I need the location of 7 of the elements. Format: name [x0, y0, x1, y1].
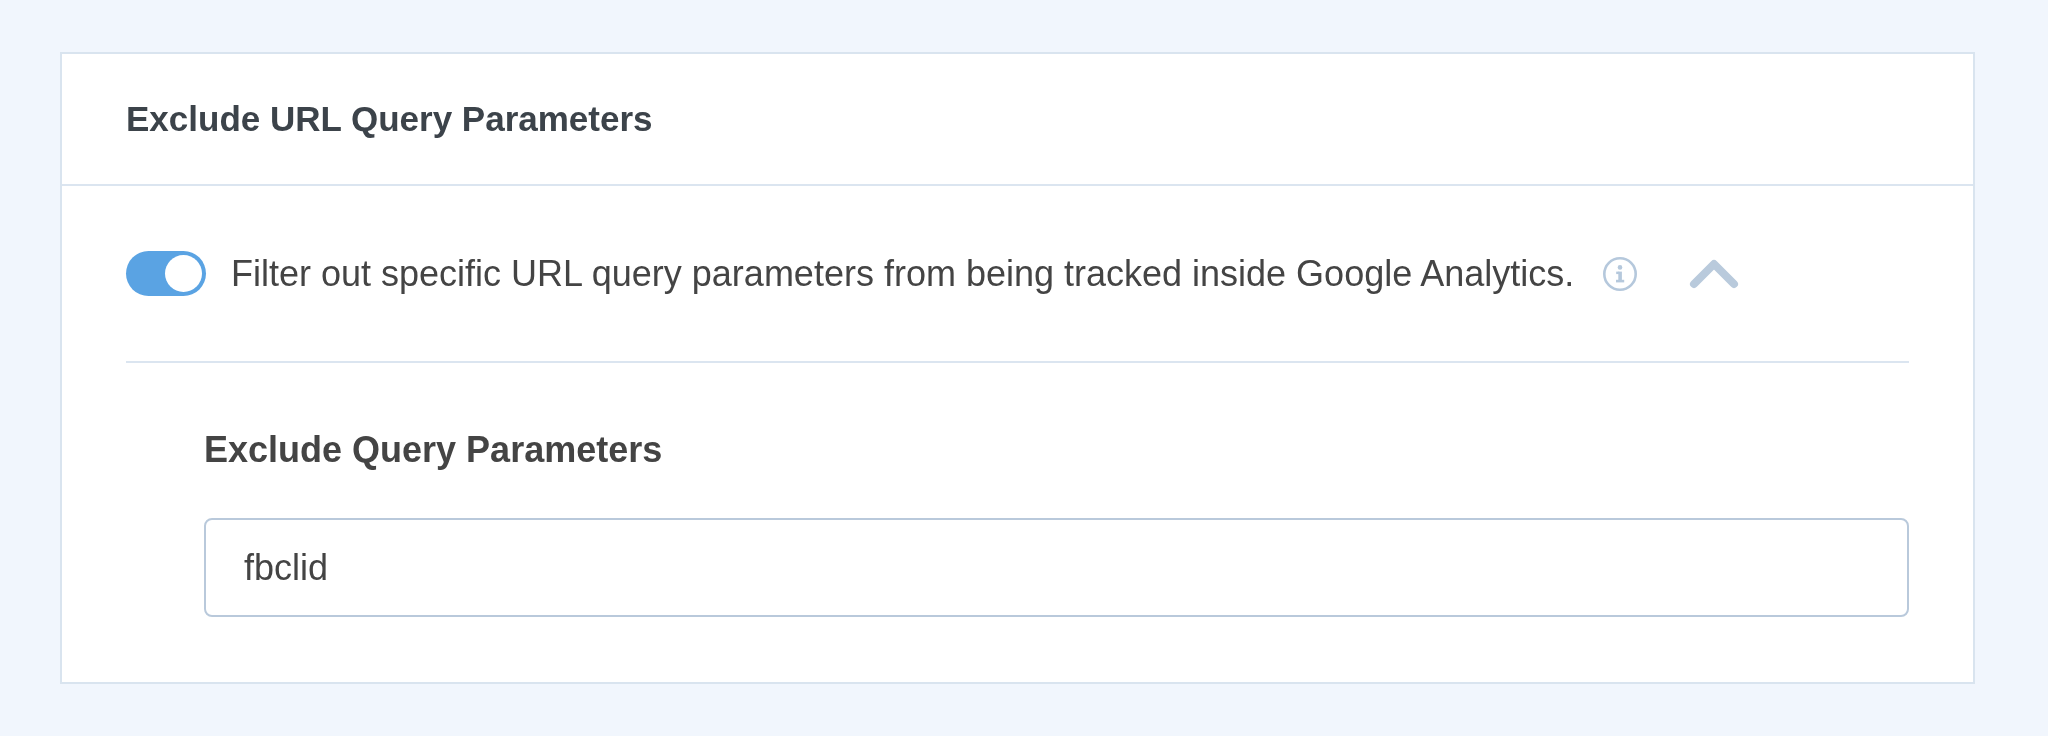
toggle-switch[interactable]: [126, 251, 206, 296]
panel-title: Exclude URL Query Parameters: [126, 98, 653, 140]
setting-description: Filter out specific URL query parameters from being tracked inside Google Analytics.: [231, 251, 1575, 296]
info-icon[interactable]: [1603, 256, 1638, 291]
chevron-up-icon[interactable]: [1689, 258, 1740, 289]
input-field[interactable]: fbclid: [204, 518, 1909, 617]
field-label: Exclude Query Parameters: [204, 428, 664, 472]
